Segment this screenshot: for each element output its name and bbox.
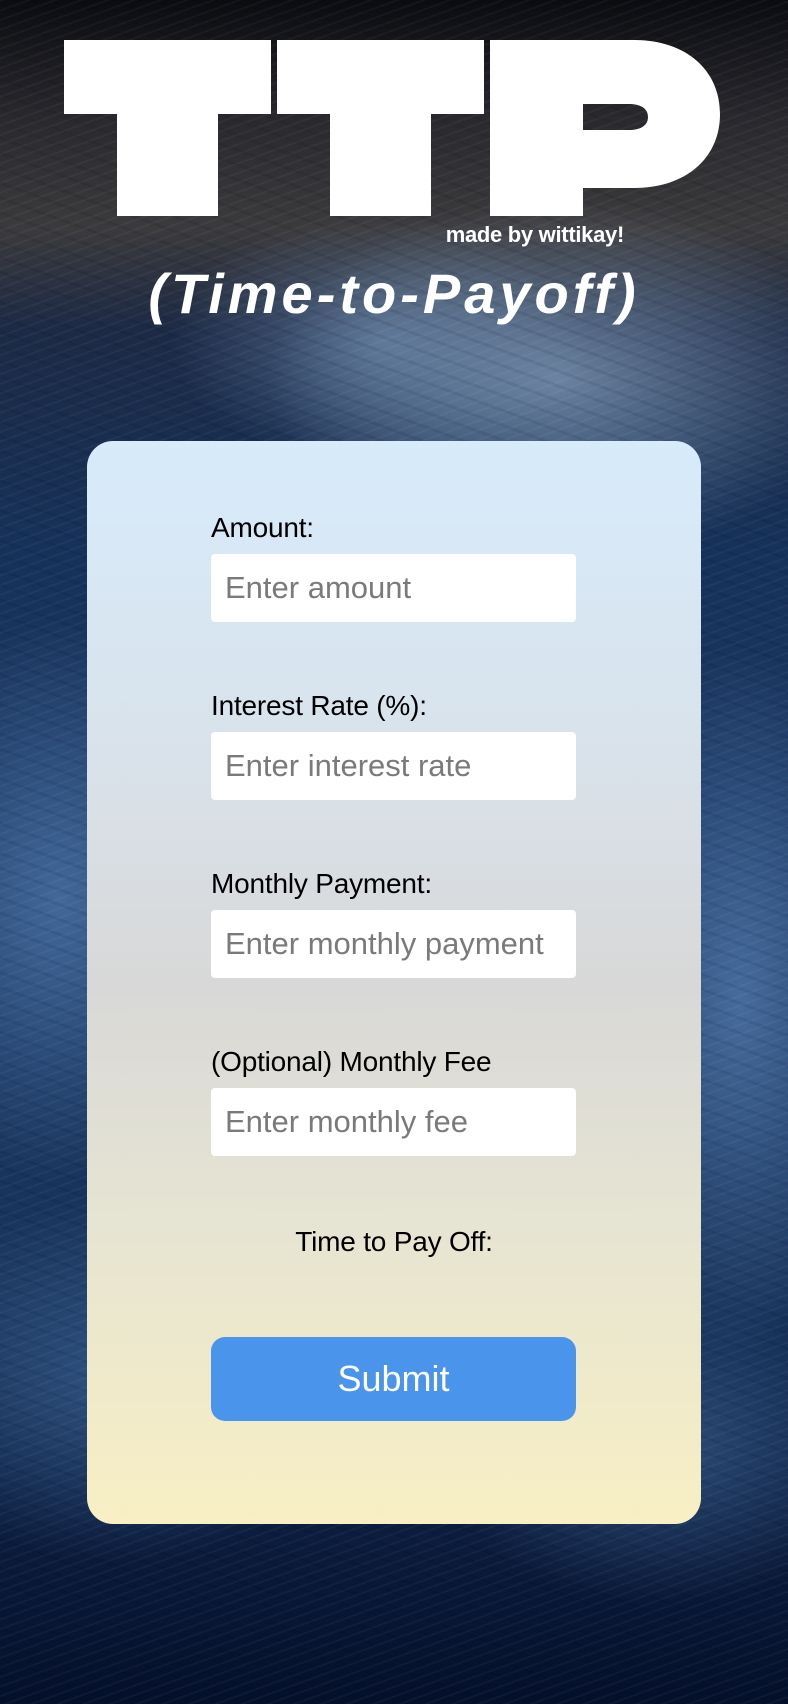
time-to-pay-off-result: Time to Pay Off: (295, 1226, 493, 1257)
amount-field-group: Amount: (211, 511, 576, 622)
monthly-payment-input[interactable] (211, 910, 576, 978)
monthly-payment-field-group: Monthly Payment: (211, 867, 576, 978)
monthly-fee-label: (Optional) Monthly Fee (211, 1046, 492, 1077)
interest-rate-field-group: Interest Rate (%): (211, 689, 576, 800)
submit-button[interactable]: Submit (211, 1337, 576, 1421)
monthly-fee-input[interactable] (211, 1088, 576, 1156)
monthly-fee-field-group: (Optional) Monthly Fee (211, 1045, 576, 1156)
interest-rate-input[interactable] (211, 732, 576, 800)
interest-rate-label: Interest Rate (%): (211, 690, 427, 721)
made-by-credit: made by wittikay! (445, 222, 625, 247)
ttp-logo-graphic (64, 40, 720, 216)
amount-input[interactable] (211, 554, 576, 622)
calculator-card: Amount: Interest Rate (%): Monthly Payme… (87, 441, 701, 1524)
app-subtitle: (Time-to-Payoff) (148, 262, 640, 325)
ttp-logo (64, 40, 720, 216)
monthly-payment-label: Monthly Payment: (211, 868, 432, 899)
amount-label: Amount: (211, 512, 314, 543)
